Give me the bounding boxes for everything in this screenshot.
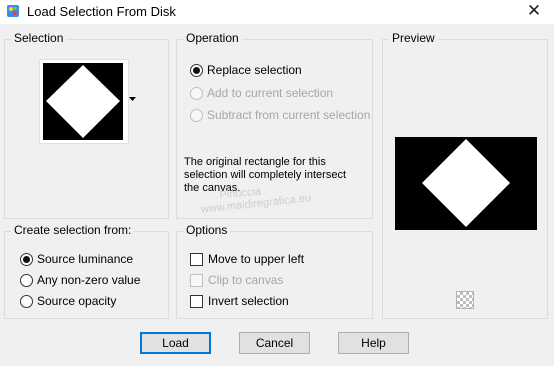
selection-group-title: Selection: [11, 31, 67, 45]
selection-thumbnail[interactable]: [39, 59, 129, 144]
source-luminance-radio[interactable]: Source luminance: [20, 251, 133, 267]
window-title: Load Selection From Disk: [27, 4, 176, 19]
selection-group: Selection: [4, 31, 169, 219]
options-group-title: Options: [183, 223, 231, 237]
preview-image: [395, 137, 537, 230]
source-luminance-label: Source luminance: [37, 252, 134, 266]
radio-indicator[interactable]: [20, 273, 33, 287]
subtract-selection-label: Subtract from current selection: [207, 108, 371, 122]
dropdown-arrow-icon[interactable]: [129, 97, 136, 102]
non-zero-value-label: Any non-zero value: [37, 273, 141, 287]
clip-to-canvas-checkbox[interactable]: Clip to canvas: [190, 272, 283, 288]
move-upper-left-label: Move to upper left: [208, 252, 305, 266]
replace-selection-label: Replace selection: [207, 63, 302, 77]
radio-indicator[interactable]: [190, 108, 203, 122]
radio-indicator[interactable]: [20, 252, 33, 266]
load-button[interactable]: Load: [140, 332, 211, 354]
title-bar: Load Selection From Disk ✕: [0, 0, 554, 24]
preview-group-title: Preview: [389, 31, 438, 45]
checkbox-box[interactable]: [190, 252, 203, 266]
close-button[interactable]: ✕: [522, 0, 546, 24]
checkbox-box[interactable]: [190, 294, 203, 308]
create-from-group-title: Create selection from:: [11, 223, 135, 237]
radio-indicator[interactable]: [190, 86, 203, 100]
replace-selection-radio[interactable]: Replace selection: [190, 62, 302, 78]
invert-selection-checkbox[interactable]: Invert selection: [190, 293, 289, 309]
radio-indicator[interactable]: [190, 63, 203, 77]
subtract-selection-radio[interactable]: Subtract from current selection: [190, 107, 370, 123]
app-icon: [7, 5, 19, 17]
create-from-group: Create selection from: Source luminance …: [4, 223, 169, 319]
clip-to-canvas-label: Clip to canvas: [208, 273, 284, 287]
selection-thumbnail-image: [43, 63, 123, 140]
help-button[interactable]: Help: [338, 332, 409, 354]
source-opacity-radio[interactable]: Source opacity: [20, 293, 116, 309]
non-zero-value-radio[interactable]: Any non-zero value: [20, 272, 140, 288]
add-selection-label: Add to current selection: [207, 86, 334, 100]
transparency-toggle-icon[interactable]: [456, 291, 474, 309]
cancel-button[interactable]: Cancel: [239, 332, 310, 354]
move-upper-left-checkbox[interactable]: Move to upper left: [190, 251, 304, 267]
options-group: Options Move to upper left Clip to canva…: [176, 223, 373, 319]
radio-indicator[interactable]: [20, 294, 33, 308]
operation-group-title: Operation: [183, 31, 242, 45]
preview-group: Preview: [382, 31, 548, 319]
add-selection-radio[interactable]: Add to current selection: [190, 85, 333, 101]
info-line: The original rectangle for this: [184, 156, 326, 168]
info-line: selection will completely intersect: [184, 169, 347, 181]
invert-selection-label: Invert selection: [208, 294, 289, 308]
source-opacity-label: Source opacity: [37, 294, 117, 308]
checkbox-box[interactable]: [190, 273, 203, 287]
